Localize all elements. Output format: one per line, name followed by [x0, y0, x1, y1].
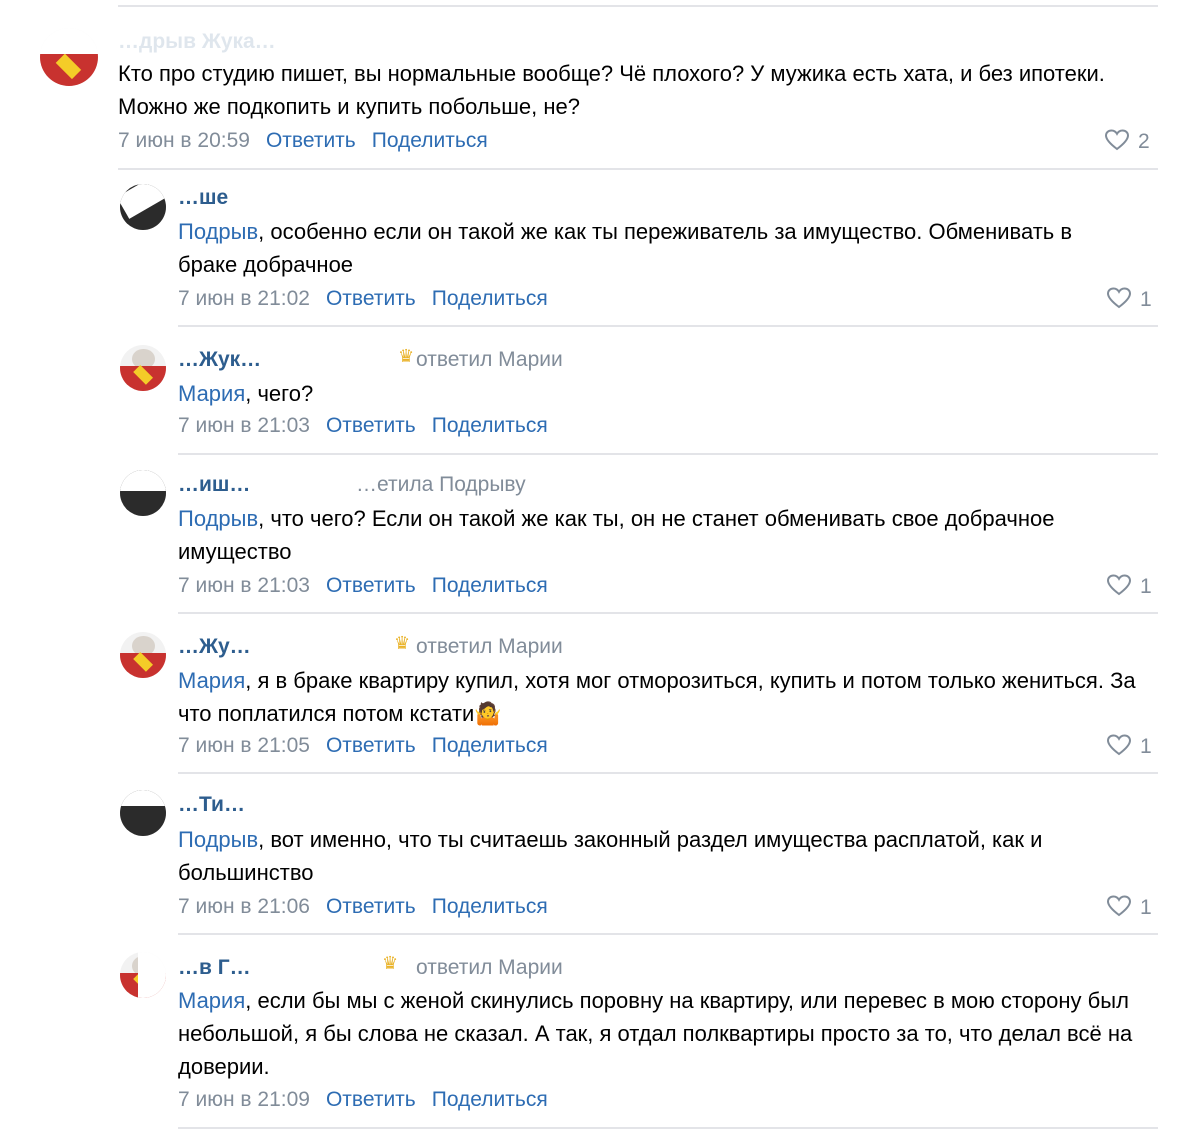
like-count: 2: [1138, 130, 1150, 153]
mention-link[interactable]: Подрыв: [178, 827, 258, 852]
divider: [178, 772, 1158, 774]
divider: [178, 325, 1158, 327]
comment-meta: 7 июн в 21:03 Ответить Поделиться: [178, 414, 548, 438]
comment-meta: 7 июн в 21:02 Ответить Поделиться: [178, 287, 548, 311]
comment-text: Подрыв, что чего? Если он такой же как т…: [178, 506, 1055, 564]
divider: [178, 933, 1158, 935]
like-button[interactable]: 2: [1104, 129, 1150, 154]
like-count: 1: [1140, 735, 1152, 758]
comment-author[interactable]: …иш…: [178, 473, 250, 497]
divider: [118, 5, 1158, 7]
comment-meta: 7 июн в 20:59 Ответить Поделиться: [118, 129, 488, 153]
crown-icon: ♛: [382, 953, 399, 973]
comment-meta: 7 июн в 21:03 Ответить Поделиться: [178, 574, 548, 598]
mention-link[interactable]: Подрыв: [178, 506, 258, 531]
replied-to[interactable]: ответил Марии: [416, 348, 563, 372]
divider: [178, 453, 1158, 455]
heart-icon: [1106, 574, 1132, 596]
share-link[interactable]: Поделиться: [432, 414, 548, 437]
reply-link[interactable]: Ответить: [326, 287, 416, 310]
reply-link[interactable]: Ответить: [326, 1088, 416, 1111]
share-link[interactable]: Поделиться: [432, 574, 548, 597]
divider: [118, 168, 1158, 170]
comment-author[interactable]: …ше: [178, 186, 228, 210]
comment-meta: 7 июн в 21:06 Ответить Поделиться: [178, 895, 548, 919]
comment-text: Мария, чего?: [178, 381, 314, 406]
replied-to[interactable]: …етила Подрыву: [356, 473, 526, 497]
like-button[interactable]: 1: [1106, 734, 1152, 759]
heart-icon: [1106, 734, 1132, 756]
replied-to[interactable]: ответил Марии: [416, 956, 563, 980]
comment-author[interactable]: …в Г…: [178, 956, 251, 980]
comment-author[interactable]: …Ти…: [178, 793, 245, 817]
comment-text: Подрыв, вот именно, что ты считаешь зако…: [178, 827, 1043, 885]
divider: [178, 612, 1158, 614]
like-button[interactable]: 1: [1106, 287, 1152, 312]
comment-text: Мария, я в браке квартиру купил, хотя мо…: [178, 668, 1136, 726]
comment-time[interactable]: 7 июн в 21:03: [178, 574, 310, 597]
heart-icon: [1106, 287, 1132, 309]
reply-link[interactable]: Ответить: [326, 414, 416, 437]
reply-link[interactable]: Ответить: [326, 574, 416, 597]
replied-to[interactable]: ответил Марии: [416, 635, 563, 659]
like-count: 1: [1140, 575, 1152, 598]
comment-text: Кто про студию пишет, вы нормальные вооб…: [118, 61, 1105, 119]
like-button[interactable]: 1: [1106, 895, 1152, 920]
comment-author[interactable]: …Жук…: [178, 348, 261, 372]
comment-time[interactable]: 7 июн в 21:06: [178, 895, 310, 918]
comment-author[interactable]: …Жу…: [178, 635, 251, 659]
comment-time[interactable]: 7 июн в 21:02: [178, 287, 310, 310]
avatar[interactable]: [120, 345, 166, 391]
like-button[interactable]: 1: [1106, 574, 1152, 599]
share-link[interactable]: Поделиться: [432, 287, 548, 310]
avatar[interactable]: [120, 952, 166, 998]
heart-icon: [1106, 895, 1132, 917]
comment-time[interactable]: 7 июн в 21:03: [178, 414, 310, 437]
heart-icon: [1104, 129, 1130, 151]
reply-link[interactable]: Ответить: [326, 734, 416, 757]
comment-meta: 7 июн в 21:09 Ответить Поделиться: [178, 1088, 548, 1112]
share-link[interactable]: Поделиться: [432, 1088, 548, 1111]
avatar[interactable]: [120, 470, 166, 516]
comment-meta: 7 июн в 21:05 Ответить Поделиться: [178, 734, 548, 758]
avatar[interactable]: [40, 28, 98, 86]
like-count: 1: [1140, 288, 1152, 311]
mention-link[interactable]: Подрыв: [178, 219, 258, 244]
comment-time[interactable]: 7 июн в 21:09: [178, 1088, 310, 1111]
avatar[interactable]: [120, 184, 166, 230]
reply-link[interactable]: Ответить: [326, 895, 416, 918]
comment-text: Мария, если бы мы с женой скинулись поро…: [178, 988, 1133, 1079]
comment-time[interactable]: 7 июн в 21:05: [178, 734, 310, 757]
avatar[interactable]: [120, 790, 166, 836]
comment-time[interactable]: 7 июн в 20:59: [118, 129, 250, 152]
mention-link[interactable]: Мария: [178, 668, 245, 693]
reply-link[interactable]: Ответить: [266, 129, 356, 152]
share-link[interactable]: Поделиться: [432, 734, 548, 757]
comment-text: Подрыв, особенно если он такой же как ты…: [178, 219, 1073, 277]
like-count: 1: [1140, 896, 1152, 919]
divider: [178, 1127, 1158, 1129]
share-link[interactable]: Поделиться: [432, 895, 548, 918]
crown-icon: ♛: [394, 633, 411, 653]
mention-link[interactable]: Мария: [178, 988, 245, 1013]
mention-link[interactable]: Мария: [178, 381, 245, 406]
crown-icon: ♛: [398, 346, 415, 366]
avatar[interactable]: [120, 632, 166, 678]
share-link[interactable]: Поделиться: [372, 129, 488, 152]
comment-author[interactable]: …дрыв Жука…: [118, 30, 276, 54]
